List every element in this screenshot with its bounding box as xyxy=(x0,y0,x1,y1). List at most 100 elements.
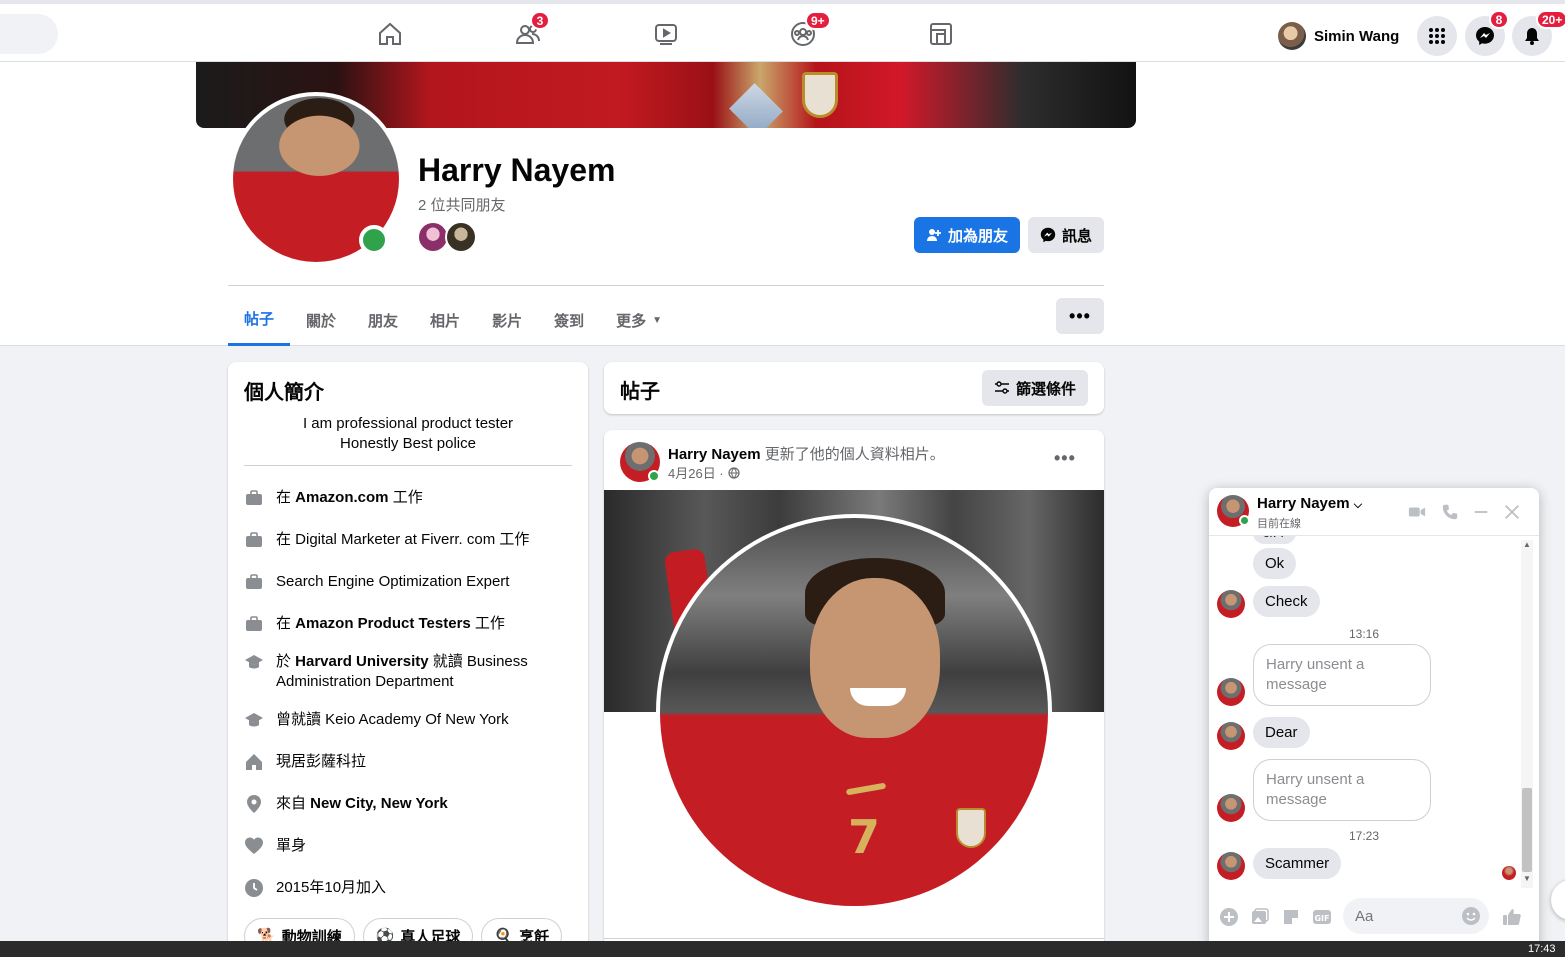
chat-header[interactable]: Harry Nayem ⌵ 目前在線 xyxy=(1209,488,1539,536)
message-bubble[interactable]: Ok xyxy=(1253,548,1297,579)
tab-posts[interactable]: 帖子 xyxy=(228,294,291,346)
message-bubble[interactable]: ok ? xyxy=(1253,536,1296,544)
os-taskbar: 17:43 xyxy=(0,941,1565,957)
chat-window: Harry Nayem ⌵ 目前在線 ok ? Ok Check 13:16 H… xyxy=(1209,488,1539,948)
post-date[interactable]: 4月26日 · xyxy=(668,463,724,482)
cover-crest xyxy=(802,72,838,118)
heart-icon xyxy=(244,836,264,856)
message-bubble[interactable]: Dear xyxy=(1253,717,1310,748)
tab-checkins[interactable]: 簽到 xyxy=(538,294,600,346)
menu-grid-button[interactable] xyxy=(1417,16,1457,56)
briefcase-icon xyxy=(244,488,264,508)
intro-education-item: 曾就讀 Keio Academy Of New York xyxy=(244,710,574,730)
tab-more[interactable]: 更多 ▼ xyxy=(600,294,678,346)
new-message-button[interactable] xyxy=(1551,880,1565,920)
message-bubble[interactable]: Scammer xyxy=(1253,848,1342,879)
message-bubble[interactable]: Check xyxy=(1253,586,1320,617)
photo-icon xyxy=(1252,908,1269,924)
post-header-text: Harry Nayem 更新了他的個人資料相片。 xyxy=(668,443,945,464)
bio-text: I am professional product tester Honestl… xyxy=(244,414,572,454)
intro-work-item: 在 Amazon Product Testers 工作 xyxy=(244,614,574,634)
post-profile-image[interactable]: 7 xyxy=(656,514,1052,910)
bio-line: Honestly Best police xyxy=(340,435,476,452)
messenger-button[interactable]: 8 xyxy=(1465,10,1509,56)
chat-contact-name[interactable]: Harry Nayem ⌵ xyxy=(1257,495,1362,512)
unsent-message-bubble[interactable]: Harry unsent a message xyxy=(1253,759,1431,821)
filter-label: 篩選條件 xyxy=(1015,380,1076,398)
posts-title: 帖子 xyxy=(620,381,660,403)
post-action-text: 更新了他的個人資料相片。 xyxy=(760,446,945,463)
mutual-friend-avatar[interactable] xyxy=(445,221,477,253)
minimize-chat-button[interactable] xyxy=(1471,502,1491,522)
taskbar-clock: 17:43 xyxy=(1528,943,1556,955)
add-friend-label: 加為朋友 xyxy=(947,227,1008,245)
online-status-dot xyxy=(1239,515,1250,526)
mutual-friends-avatars xyxy=(417,221,477,253)
chat-messages: ok ? Ok Check 13:16 Harry unsent a messa… xyxy=(1209,536,1539,888)
intro-work-item: 在 Amazon.com 工作 xyxy=(244,488,574,508)
intro-title: 個人簡介 xyxy=(244,382,324,404)
briefcase-icon xyxy=(244,572,264,592)
add-friend-icon xyxy=(926,229,941,241)
user-avatar xyxy=(1278,22,1306,50)
gaming-icon[interactable] xyxy=(921,16,961,52)
sticker-icon xyxy=(1284,910,1298,924)
tab-videos[interactable]: 影片 xyxy=(476,294,538,346)
notifications-button[interactable]: 20+ xyxy=(1512,10,1565,56)
sender-avatar[interactable] xyxy=(1217,722,1245,750)
chat-scrollbar-thumb[interactable] xyxy=(1522,788,1532,872)
profile-chip[interactable]: Simin Wang xyxy=(1278,18,1399,54)
sticker-button[interactable] xyxy=(1280,906,1302,928)
sender-avatar[interactable] xyxy=(1217,794,1245,822)
caret-down-icon: ▼ xyxy=(652,314,663,326)
mutual-friends-count[interactable]: 2 位共同朋友 xyxy=(418,194,506,215)
post-author-name[interactable]: Harry Nayem xyxy=(668,446,761,463)
message-timestamp: 17:23 xyxy=(1348,829,1380,843)
post-divider xyxy=(604,938,1104,939)
jersey-crest xyxy=(956,808,986,848)
filter-sliders-icon xyxy=(994,381,1009,394)
filter-button[interactable]: 篩選條件 xyxy=(982,370,1088,406)
clock-icon xyxy=(244,878,264,898)
watch-icon[interactable] xyxy=(646,16,686,52)
chat-composer: GIF xyxy=(1209,892,1539,942)
home-icon[interactable] xyxy=(370,16,410,52)
sender-avatar[interactable] xyxy=(1217,590,1245,618)
tab-photos[interactable]: 相片 xyxy=(414,294,476,346)
message-button[interactable]: 訊息 xyxy=(1028,217,1104,253)
tab-more-label: 更多 xyxy=(616,312,647,330)
video-call-button[interactable] xyxy=(1407,502,1427,522)
intro-education-item: 於 Harvard University 就讀 Business Adminis… xyxy=(244,652,574,692)
emoji-icon[interactable] xyxy=(1461,906,1481,926)
friends-icon[interactable]: 3 xyxy=(508,11,550,52)
close-icon xyxy=(1505,505,1519,519)
attach-photo-button[interactable] xyxy=(1249,906,1271,928)
unsent-message-bubble[interactable]: Harry unsent a message xyxy=(1253,644,1431,706)
sender-avatar[interactable] xyxy=(1217,678,1245,706)
voice-call-button[interactable] xyxy=(1440,502,1460,522)
like-button[interactable] xyxy=(1501,906,1523,928)
posts-header-card: 帖子 篩選條件 xyxy=(604,362,1104,414)
intro-work-item: Search Engine Optimization Expert xyxy=(244,572,574,592)
more-actions-button[interactable] xyxy=(1218,906,1240,928)
tab-about[interactable]: 關於 xyxy=(290,294,352,346)
post-options-button[interactable]: ••• xyxy=(1054,448,1076,469)
graduation-cap-icon xyxy=(244,710,264,730)
message-timestamp: 13:16 xyxy=(1348,627,1380,641)
groups-icon[interactable]: 9+ xyxy=(783,11,831,52)
cover-patch xyxy=(729,83,783,128)
search-input[interactable] xyxy=(0,14,58,54)
seen-indicator-avatar xyxy=(1502,866,1516,880)
more-options-button[interactable]: ••• xyxy=(1056,298,1104,334)
sender-avatar[interactable] xyxy=(1217,852,1245,880)
gif-button[interactable]: GIF xyxy=(1311,906,1333,928)
scroll-up-arrow-icon[interactable]: ▲ xyxy=(1523,540,1531,549)
add-friend-button[interactable]: 加為朋友 xyxy=(914,217,1020,253)
profile-tabs: 帖子 關於 朋友 相片 影片 簽到 更多 ▼ xyxy=(228,294,678,346)
close-chat-button[interactable] xyxy=(1502,502,1522,522)
intro-work-item: 在 Digital Marketer at Fiverr. com 工作 xyxy=(244,530,574,550)
chevron-down-icon: ⌵ xyxy=(1353,499,1363,511)
scroll-down-arrow-icon[interactable]: ▼ xyxy=(1523,874,1531,883)
more-dots-icon: ••• xyxy=(1054,448,1076,468)
tab-friends[interactable]: 朋友 xyxy=(352,294,414,346)
